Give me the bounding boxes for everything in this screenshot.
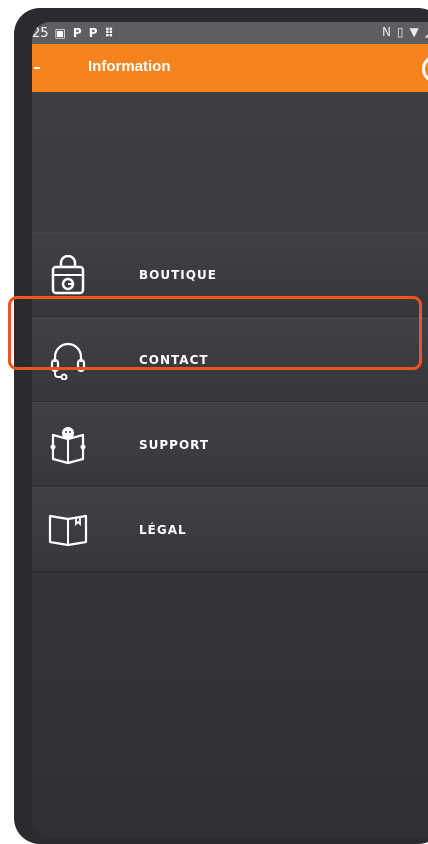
vibrate-icon: ▯ bbox=[396, 25, 410, 39]
shopping-bag-icon bbox=[44, 251, 92, 299]
page-title: Information bbox=[88, 58, 171, 75]
back-button[interactable] bbox=[32, 44, 62, 92]
menu-item-boutique[interactable]: BOUTIQUE bbox=[32, 232, 428, 317]
nfc-icon: N bbox=[381, 25, 397, 39]
menu-item-label: SUPPORT bbox=[139, 438, 210, 452]
menu-item-label: LÉGAL bbox=[139, 523, 187, 537]
app-bar: Information bbox=[32, 44, 428, 92]
support-book-icon bbox=[44, 421, 92, 469]
image-icon: ▣ bbox=[54, 26, 66, 40]
p-icon: P bbox=[72, 26, 82, 40]
menu-item-label: CONTACT bbox=[139, 353, 209, 367]
brand-logo-icon[interactable] bbox=[422, 55, 428, 83]
menu-item-legal[interactable]: LÉGAL bbox=[32, 487, 428, 572]
p-icon: P bbox=[88, 26, 98, 40]
menu-item-label: BOUTIQUE bbox=[139, 268, 217, 282]
headset-icon bbox=[44, 336, 92, 384]
status-time: 25 bbox=[32, 25, 49, 41]
info-menu: BOUTIQUE CONTACT SUPPORT LÉGAL bbox=[32, 232, 428, 572]
phone-frame: 25 ▣ P P ⠿ N▯▼◢ Information bbox=[14, 8, 428, 844]
open-book-icon bbox=[44, 506, 92, 554]
status-bar: 25 ▣ P P ⠿ N▯▼◢ bbox=[32, 22, 428, 44]
grid-icon: ⠿ bbox=[104, 26, 114, 40]
app-screen: 25 ▣ P P ⠿ N▯▼◢ Information bbox=[32, 22, 428, 838]
menu-item-contact[interactable]: CONTACT bbox=[32, 317, 428, 402]
back-arrow-icon bbox=[34, 67, 40, 69]
main-content: BOUTIQUE CONTACT SUPPORT LÉGAL bbox=[32, 92, 428, 838]
wifi-icon: ▼ bbox=[409, 25, 425, 39]
menu-item-support[interactable]: SUPPORT bbox=[32, 402, 428, 487]
status-right-icons: N▯▼◢ bbox=[382, 25, 428, 39]
